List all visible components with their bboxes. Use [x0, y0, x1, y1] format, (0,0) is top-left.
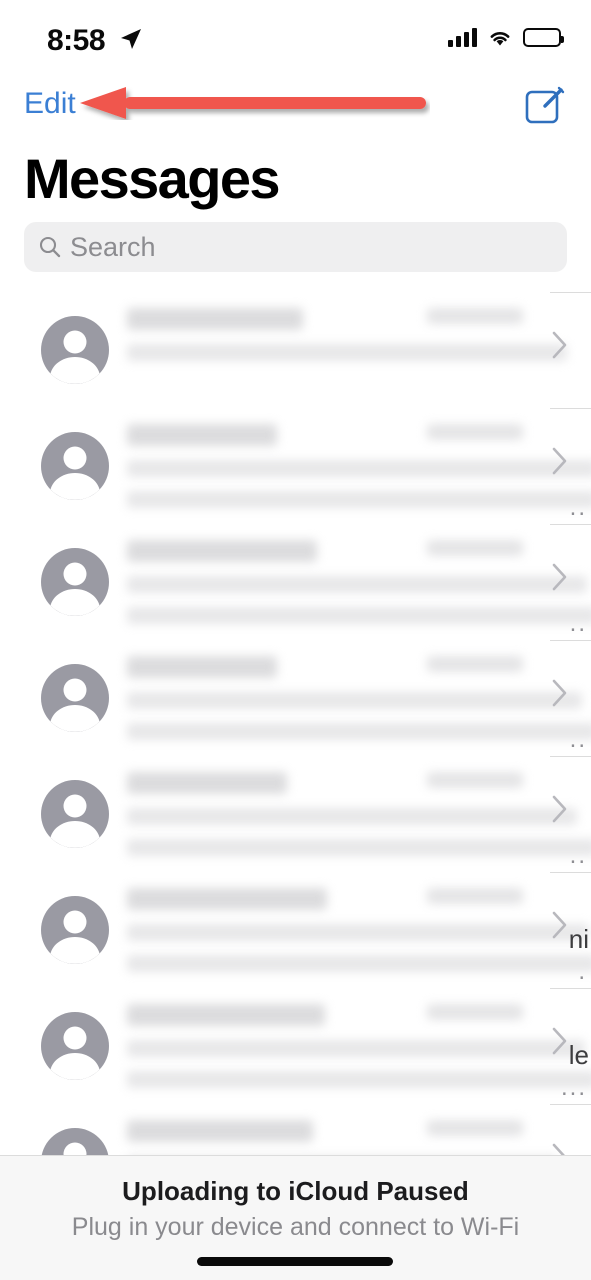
- conversation-timestamp: [427, 656, 523, 672]
- chevron-right-icon: [552, 447, 567, 475]
- conversation-preview-line: [127, 839, 591, 856]
- search-icon: [39, 236, 61, 258]
- conversation-text-block: [127, 308, 571, 361]
- status-bar-indicators: [448, 28, 564, 47]
- row-edge-ellipsis: .: [578, 958, 587, 985]
- person-placeholder-icon: [41, 432, 109, 500]
- conversation-timestamp: [427, 424, 523, 440]
- row-divider: [550, 292, 591, 293]
- row-divider: [550, 1104, 591, 1105]
- conversation-preview-line: [127, 808, 577, 825]
- conversation-text-block: [127, 656, 591, 740]
- icloud-status-title: Uploading to iCloud Paused: [122, 1176, 469, 1206]
- row-edge-ellipsis: ..: [569, 842, 587, 869]
- row-edge-ellipsis: ..: [569, 610, 587, 637]
- conversation-timestamp: [427, 308, 523, 324]
- conversation-preview-line: [127, 1071, 591, 1088]
- conversation-timestamp: [427, 1120, 523, 1136]
- chevron-right-icon: [552, 679, 567, 707]
- person-placeholder-icon: [41, 664, 109, 732]
- conversation-text-block: [127, 888, 591, 972]
- person-placeholder-icon: [41, 548, 109, 616]
- conversation-timestamp: [427, 540, 523, 556]
- conversation-timestamp: [427, 1004, 523, 1020]
- row-divider: [550, 524, 591, 525]
- conversation-preview-line: [127, 723, 591, 740]
- chevron-right-icon: [552, 795, 567, 823]
- conversation-preview-line: [127, 607, 591, 624]
- conversation-preview-line: [127, 1040, 585, 1057]
- conversation-preview-line: [127, 692, 582, 709]
- conversation-preview-line: [127, 955, 591, 972]
- conversation-title: [127, 1004, 325, 1026]
- conversation-preview-line: [127, 576, 587, 593]
- page-title: Messages: [24, 147, 281, 210]
- row-divider: [550, 988, 591, 989]
- conversation-title: [127, 888, 327, 910]
- conversation-title: [127, 308, 303, 330]
- home-indicator[interactable]: [197, 1257, 393, 1266]
- row-divider: [550, 640, 591, 641]
- row-edge-ellipsis: ..: [569, 726, 587, 753]
- compose-message-icon[interactable]: [523, 82, 567, 126]
- icloud-status-subtitle: Plug in your device and connect to Wi-Fi: [71, 1213, 520, 1241]
- conversation-text-block: [127, 540, 591, 624]
- wifi-icon: [490, 32, 510, 46]
- row-edge-fragment: le: [568, 1040, 589, 1070]
- conversation-preview-line: [127, 460, 591, 477]
- row-divider: [550, 872, 591, 873]
- battery-full-icon: [523, 28, 564, 47]
- conversation-text-block: [127, 424, 591, 508]
- conversation-preview-line: [127, 344, 567, 361]
- person-placeholder-icon: [41, 896, 109, 964]
- conversation-title: [127, 424, 277, 446]
- status-bar-time: 8:58: [47, 24, 106, 57]
- conversation-row[interactable]: ..: [0, 756, 591, 872]
- row-edge-ellipsis: ..: [569, 494, 587, 521]
- conversation-row[interactable]: [0, 292, 591, 408]
- status-bar: 8:58: [0, 0, 591, 74]
- location-arrow-icon: [121, 29, 141, 49]
- chevron-right-icon: [552, 1027, 567, 1055]
- conversation-preview-line: [127, 491, 591, 508]
- cellular-signal-icon: [448, 28, 477, 47]
- chevron-right-icon: [552, 331, 567, 359]
- row-divider: [550, 408, 591, 409]
- conversation-row[interactable]: ..: [0, 408, 591, 524]
- conversation-timestamp: [427, 888, 523, 904]
- conversation-title: [127, 772, 287, 794]
- navigation-bar: Edit: [0, 74, 591, 136]
- conversation-row[interactable]: ni.: [0, 872, 591, 988]
- iphone-messages-screen: 8:58 Edit Messages Search .. .. .. .. ni…: [0, 0, 591, 1280]
- person-placeholder-icon: [41, 316, 109, 384]
- chevron-right-icon: [552, 563, 567, 591]
- search-bar[interactable]: Search: [24, 222, 567, 272]
- conversation-title: [127, 1120, 313, 1142]
- conversation-row[interactable]: le...: [0, 988, 591, 1104]
- conversation-list[interactable]: ........ ni. le...: [0, 292, 591, 1164]
- conversation-preview-line: [127, 924, 589, 941]
- conversation-title: [127, 540, 317, 562]
- conversation-timestamp: [427, 772, 523, 788]
- row-edge-fragment: ni: [568, 924, 589, 954]
- conversation-text-block: [127, 1004, 591, 1088]
- row-divider: [550, 756, 591, 757]
- chevron-right-icon: [552, 911, 567, 939]
- person-placeholder-icon: [41, 1012, 109, 1080]
- conversation-title: [127, 656, 277, 678]
- search-input[interactable]: Search: [70, 232, 156, 263]
- conversation-row[interactable]: ..: [0, 524, 591, 640]
- person-placeholder-icon: [41, 780, 109, 848]
- edit-button[interactable]: Edit: [24, 84, 76, 124]
- row-edge-ellipsis: ...: [560, 1074, 587, 1101]
- conversation-text-block: [127, 772, 591, 856]
- conversation-row[interactable]: ..: [0, 640, 591, 756]
